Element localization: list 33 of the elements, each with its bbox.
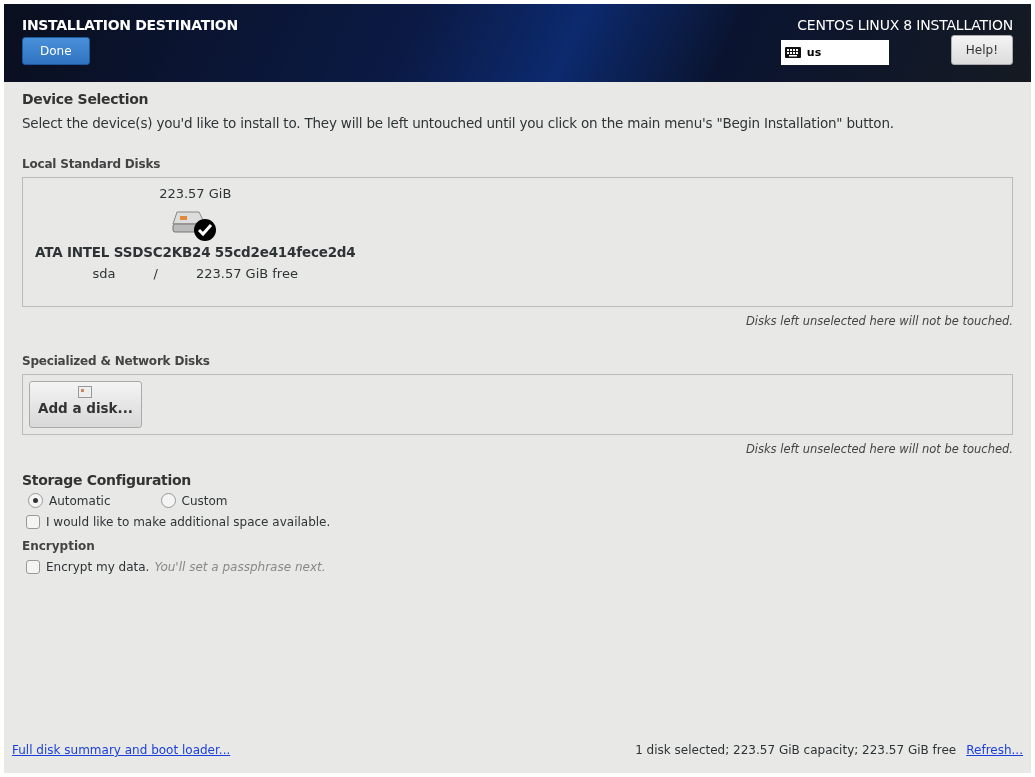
section-heading: Encryption [22,539,96,553]
radio-button[interactable] [28,493,43,508]
device-name: sda [92,266,116,281]
summary-link[interactable]: Full disk summary and boot loader... [12,743,231,757]
checkbox[interactable] [26,560,40,574]
product-title: CENTOS LINUX 8 INSTALLATION [797,17,1013,33]
disk-size: 223.57 GiB [159,186,232,201]
status-text: 1 disk selected; 223.57 GiB capacity; 223.57 GiB free [635,743,957,757]
section-heading: Storage Configuration [22,472,192,488]
note-text: Disks left unselected here will not be touched. [745,442,1013,456]
free-space: 223.57 GiB free [195,266,298,281]
keyboard-icon [784,47,801,58]
radio-button[interactable] [160,493,176,508]
radio-option[interactable]: Custom [160,493,228,508]
radio-option[interactable]: Automatic [28,493,111,508]
section-heading: Specialized & Network Disks [22,354,211,368]
keyboard-layout-field[interactable]: us [780,40,889,65]
done-button[interactable]: Done [22,37,90,65]
checkbox-label[interactable]: Encrypt my data. [46,560,150,574]
section-heading: Local Standard Disks [22,157,162,171]
checkbox[interactable] [26,515,40,529]
disk-item[interactable]: 223.57 GiB ATA INTEL SSDSC2KB24 55cd2e414fece2d4 sda / 223.57 GiB free [23,178,366,306]
refresh-link[interactable]: Refresh... [966,743,1023,757]
separator-text: / [153,266,158,281]
section-heading: Device Selection [22,91,150,107]
disk-name: ATA INTEL SSDSC2KB24 55cd2e414fece2d4 [35,244,356,260]
checkbox-option[interactable]: I would like to make additional space available. [26,515,1013,529]
hint-text: You'll set a passphrase next. [154,560,326,574]
help-button[interactable]: Help! [950,35,1013,65]
window-title: INSTALLATION DESTINATION [22,17,238,33]
instructions-text: Select the device(s) you'd like to install to. They will be left untouched until you click on the main menu's "Begin Installation" button. [22,115,895,131]
note-text: Disks left unselected here will not be touched. [745,314,1013,328]
add-disk-button[interactable]: Add a disk... [29,381,142,428]
